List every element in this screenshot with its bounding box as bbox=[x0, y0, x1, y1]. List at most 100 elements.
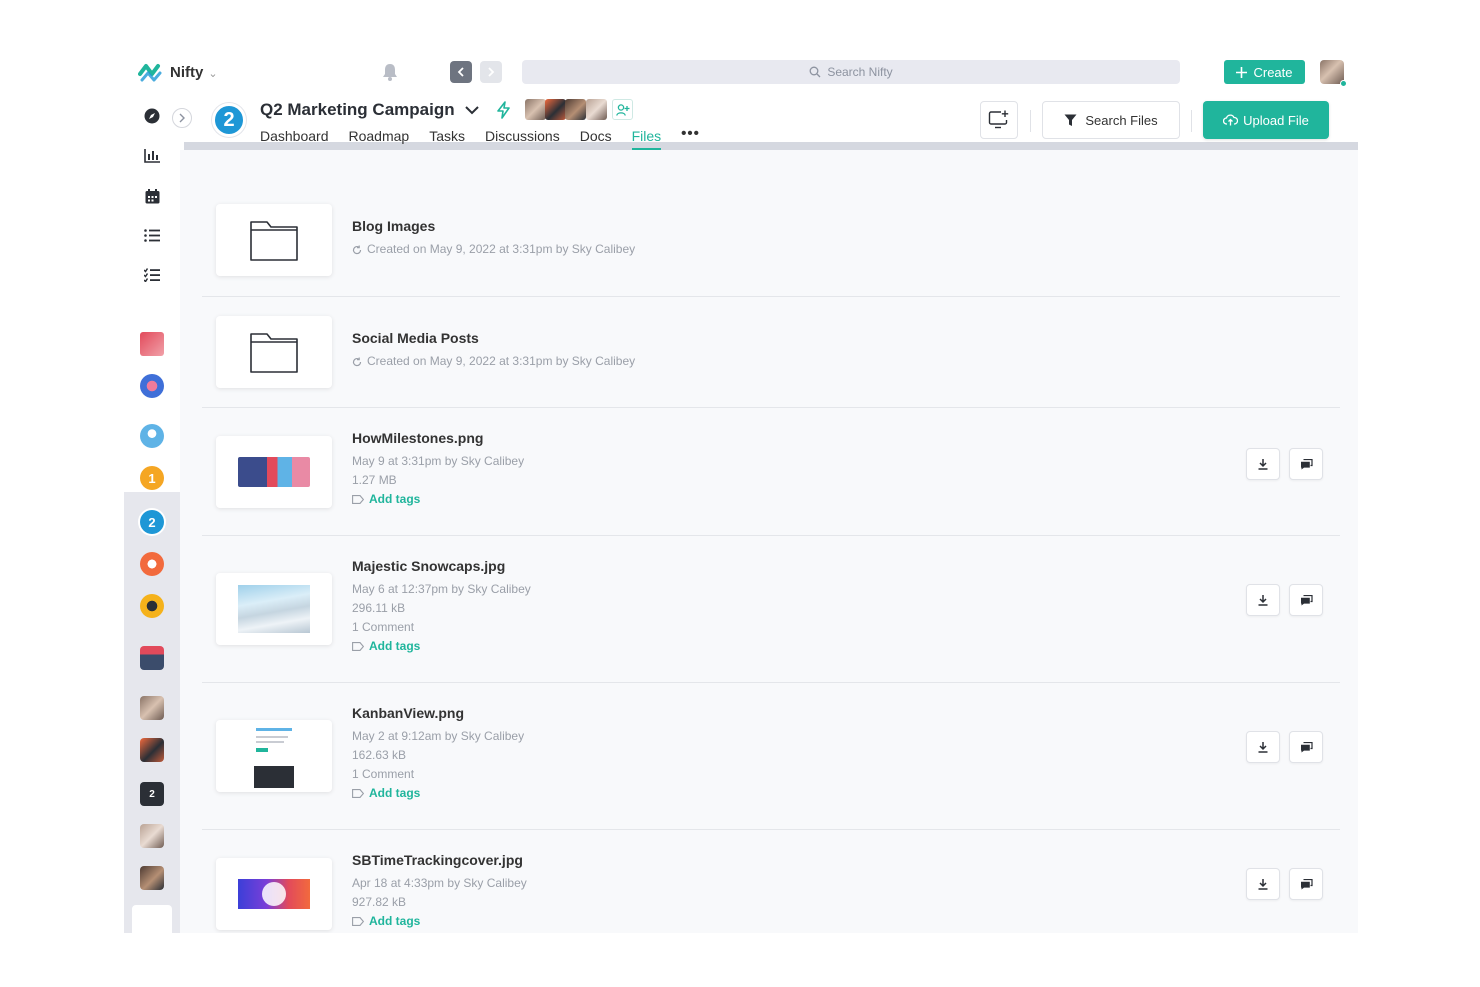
add-tags-link[interactable]: Add tags bbox=[352, 784, 524, 803]
create-button[interactable]: Create bbox=[1224, 60, 1305, 84]
rail-project-rocket[interactable] bbox=[140, 552, 164, 576]
file-row[interactable]: Majestic Snowcaps.jpg May 6 at 12:37pm b… bbox=[202, 536, 1340, 683]
tab-tasks[interactable]: Tasks bbox=[429, 128, 465, 150]
file-thumbnail[interactable] bbox=[216, 436, 332, 508]
folder-name[interactable]: Blog Images bbox=[352, 218, 635, 234]
file-name[interactable]: SBTimeTrackingcover.jpg bbox=[352, 852, 527, 868]
add-tags-link[interactable]: Add tags bbox=[352, 637, 531, 656]
rail-project-building[interactable] bbox=[140, 374, 164, 398]
global-search-input[interactable]: Search Nifty bbox=[522, 60, 1180, 84]
filter-icon bbox=[1064, 114, 1077, 126]
upload-file-button[interactable]: Upload File bbox=[1203, 101, 1329, 139]
add-member-button[interactable] bbox=[612, 99, 633, 120]
back-button[interactable] bbox=[450, 61, 472, 83]
rail-project-2[interactable]: 2 bbox=[140, 510, 164, 534]
file-info: KanbanView.png May 2 at 9:12am by Sky Ca… bbox=[352, 705, 524, 803]
rail-project-monitor[interactable] bbox=[140, 332, 164, 356]
screen-capture-button[interactable] bbox=[980, 101, 1018, 139]
file-comments[interactable]: 1 Comment bbox=[352, 618, 531, 637]
comment-button[interactable] bbox=[1289, 731, 1323, 763]
folder-row[interactable]: Social Media Posts Created on May 9, 202… bbox=[202, 297, 1340, 408]
file-name[interactable]: Majestic Snowcaps.jpg bbox=[352, 558, 531, 574]
file-date: May 6 at 12:37pm by Sky Calibey bbox=[352, 582, 531, 596]
plus-icon bbox=[1236, 66, 1248, 78]
chevron-left-icon bbox=[457, 67, 464, 77]
top-bar: Nifty ⌄ Search Nifty Create bbox=[124, 52, 1358, 92]
rail-dm-avatar-3[interactable] bbox=[140, 824, 164, 848]
file-info: SBTimeTrackingcover.jpg Apr 18 at 4:33pm… bbox=[352, 852, 527, 931]
image-preview bbox=[238, 457, 310, 487]
comment-button[interactable] bbox=[1289, 448, 1323, 480]
search-placeholder: Search Nifty bbox=[827, 65, 893, 79]
rail-dm-group[interactable]: 2 bbox=[140, 782, 164, 806]
rail-project-launch[interactable] bbox=[140, 646, 164, 670]
tag-icon bbox=[352, 642, 364, 651]
create-label: Create bbox=[1253, 64, 1293, 80]
comment-button[interactable] bbox=[1289, 584, 1323, 616]
bolt-icon[interactable] bbox=[494, 100, 514, 120]
project-badge: 2 bbox=[212, 103, 246, 137]
team-member-avatar[interactable] bbox=[565, 99, 586, 120]
folder-info: Social Media Posts Created on May 9, 202… bbox=[352, 330, 635, 371]
team-member-avatar[interactable] bbox=[586, 99, 607, 120]
download-button[interactable] bbox=[1246, 731, 1280, 763]
header-divider-line bbox=[1191, 110, 1192, 132]
file-thumbnail[interactable] bbox=[216, 573, 332, 645]
file-date: May 9 at 3:31pm by Sky Calibey bbox=[352, 454, 525, 468]
file-date: Apr 18 at 4:33pm by Sky Calibey bbox=[352, 876, 527, 890]
tab-files[interactable]: Files bbox=[631, 128, 662, 150]
folder-icon bbox=[250, 333, 298, 373]
file-thumbnail[interactable] bbox=[216, 858, 332, 930]
user-avatar[interactable] bbox=[1320, 60, 1347, 87]
file-thumbnail[interactable] bbox=[216, 720, 332, 792]
bell-icon[interactable] bbox=[381, 62, 399, 82]
expand-rail-button[interactable] bbox=[172, 108, 192, 128]
add-tags-link[interactable]: Add tags bbox=[352, 912, 527, 931]
tab-roadmap[interactable]: Roadmap bbox=[349, 128, 410, 150]
chevron-down-icon[interactable] bbox=[463, 101, 481, 119]
forward-button[interactable] bbox=[480, 61, 502, 83]
file-name[interactable]: KanbanView.png bbox=[352, 705, 524, 721]
download-button[interactable] bbox=[1246, 868, 1280, 900]
folder-thumbnail[interactable] bbox=[216, 204, 332, 276]
more-tabs-button[interactable]: ••• bbox=[681, 125, 700, 150]
tag-icon bbox=[352, 789, 364, 798]
tab-discussions[interactable]: Discussions bbox=[485, 128, 560, 150]
download-button[interactable] bbox=[1246, 584, 1280, 616]
rail-project-1[interactable]: 1 bbox=[140, 466, 164, 490]
team-member-avatar[interactable] bbox=[525, 99, 546, 120]
calendar-icon[interactable] bbox=[142, 186, 162, 206]
rail-dm-avatar-2[interactable] bbox=[140, 738, 164, 762]
project-title[interactable]: Q2 Marketing Campaign bbox=[260, 100, 455, 120]
file-row[interactable]: HowMilestones.png May 9 at 3:31pm by Sky… bbox=[202, 408, 1340, 536]
add-tags-link[interactable]: Add tags bbox=[352, 490, 524, 509]
list-icon[interactable] bbox=[142, 225, 162, 245]
file-size: 927.82 kB bbox=[352, 895, 407, 909]
comment-icon bbox=[1300, 594, 1313, 605]
file-info: HowMilestones.png May 9 at 3:31pm by Sky… bbox=[352, 430, 524, 509]
comment-button[interactable] bbox=[1289, 868, 1323, 900]
file-comments[interactable]: 1 Comment bbox=[352, 765, 524, 784]
tab-dashboard[interactable]: Dashboard bbox=[260, 128, 329, 150]
rail-dm-avatar-1[interactable] bbox=[140, 696, 164, 720]
team-member-avatar[interactable] bbox=[545, 99, 566, 120]
compass-icon[interactable] bbox=[142, 106, 162, 126]
checklist-icon[interactable] bbox=[142, 265, 162, 285]
folder-name[interactable]: Social Media Posts bbox=[352, 330, 635, 346]
rail-dm-avatar-4[interactable] bbox=[140, 866, 164, 890]
rail-project-person[interactable] bbox=[140, 424, 164, 448]
rail-project-video[interactable] bbox=[140, 594, 164, 618]
file-name[interactable]: HowMilestones.png bbox=[352, 430, 524, 446]
comment-icon bbox=[1300, 458, 1313, 469]
search-files-button[interactable]: Search Files bbox=[1042, 101, 1180, 139]
download-button[interactable] bbox=[1246, 448, 1280, 480]
workspace-switcher[interactable]: Nifty ⌄ bbox=[138, 60, 218, 84]
file-row[interactable]: KanbanView.png May 2 at 9:12am by Sky Ca… bbox=[202, 683, 1340, 830]
chart-icon[interactable] bbox=[142, 146, 162, 166]
folder-row[interactable]: Blog Images Created on May 9, 2022 at 3:… bbox=[202, 190, 1340, 297]
chevron-right-icon bbox=[179, 113, 185, 123]
add-tags-label: Add tags bbox=[369, 639, 421, 653]
tab-docs[interactable]: Docs bbox=[580, 128, 612, 150]
folder-thumbnail[interactable] bbox=[216, 316, 332, 388]
file-row[interactable]: SBTimeTrackingcover.jpg Apr 18 at 4:33pm… bbox=[202, 830, 1340, 933]
